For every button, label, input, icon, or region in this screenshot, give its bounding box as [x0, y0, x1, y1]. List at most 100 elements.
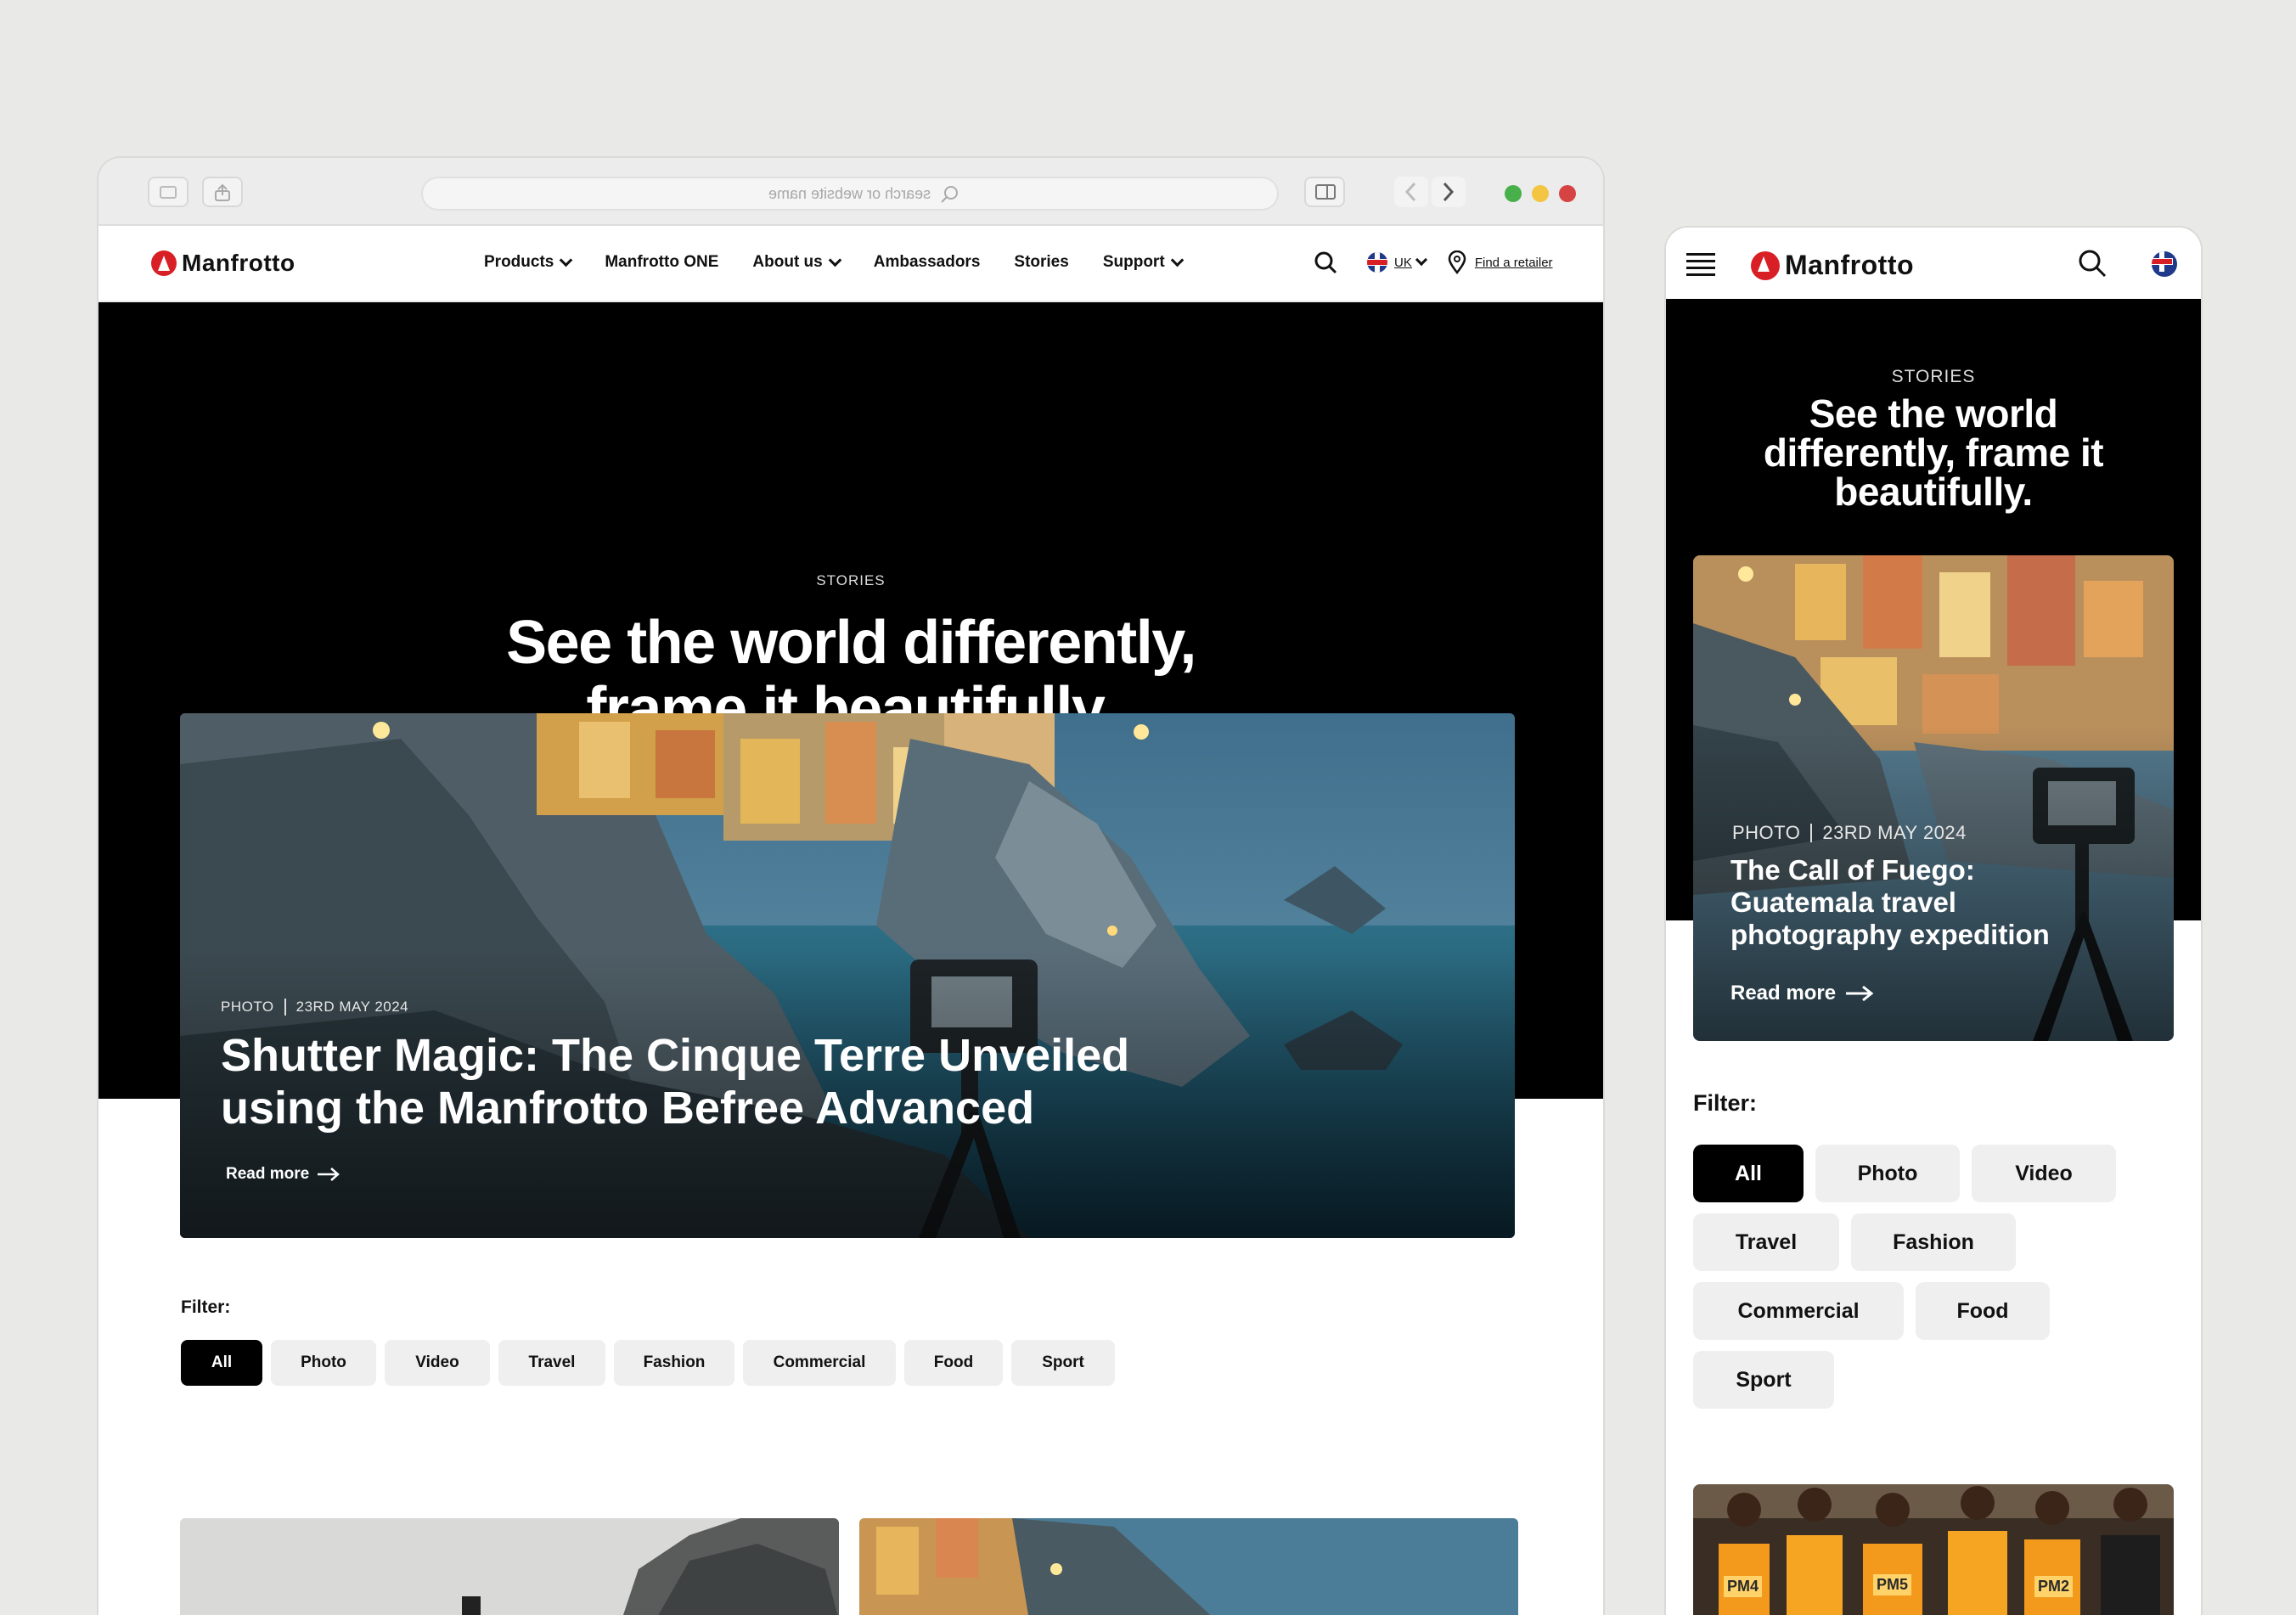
browser-toolbar: search or website name: [98, 158, 1603, 226]
filter-chip-photo[interactable]: Photo: [1815, 1145, 1960, 1202]
search-icon[interactable]: [1313, 250, 1338, 275]
window-controls: [1505, 185, 1586, 206]
manfrotto-logo[interactable]: Manfrotto: [151, 250, 295, 277]
share-button[interactable]: [202, 177, 243, 207]
meta-divider: [1810, 824, 1813, 842]
mobile-viewport: Manfrotto STORIES See the world differen…: [1666, 228, 2201, 1615]
featured-story-card[interactable]: PHOTO 23RD MAY 2024 The Call of Fuego: G…: [1693, 555, 2174, 1041]
featured-story-image: [180, 713, 1515, 1238]
address-bar[interactable]: search or website name: [421, 177, 1279, 211]
filter-chip-video[interactable]: Video: [385, 1340, 490, 1386]
manfrotto-logo-icon: [1751, 250, 1780, 280]
filter-chip-food[interactable]: Food: [904, 1340, 1003, 1386]
filter-chip-photo[interactable]: Photo: [271, 1340, 376, 1386]
filter-chip-all[interactable]: All: [181, 1340, 262, 1386]
filter-chips: All Photo Video Travel Fashion Commercia…: [1693, 1145, 2169, 1420]
story-title-line: Shutter Magic: The Cinque Terre Unveiled: [221, 1030, 1130, 1081]
desktop-browser-window: search or website name Manfrotto Product…: [98, 158, 1603, 1615]
filter-chip-travel[interactable]: Travel: [1693, 1213, 1839, 1271]
story-category: PHOTO: [221, 999, 274, 1015]
sidebar-toggle-button[interactable]: [148, 177, 189, 207]
uk-flag-icon[interactable]: [2152, 251, 2177, 277]
filter-chip-sport[interactable]: Sport: [1693, 1351, 1834, 1409]
nav-label: Ambassadors: [873, 253, 981, 271]
filter-label: Filter:: [1693, 1090, 1758, 1116]
bib-number: PM5: [1873, 1574, 1912, 1595]
read-more-label: Read more: [1730, 982, 1837, 1004]
nav-about-us[interactable]: About us: [752, 253, 842, 272]
address-placeholder: search or website name: [768, 185, 931, 202]
story-thumbnail[interactable]: [180, 1518, 839, 1615]
featured-story-meta: PHOTO 23RD MAY 2024: [1732, 822, 1967, 844]
logo-text: Manfrotto: [182, 250, 295, 276]
uk-flag-icon: [1367, 252, 1387, 273]
story-title-line: Guatemala travel: [1730, 886, 1956, 918]
logo-text: Manfrotto: [1785, 250, 1915, 280]
chevron-left-icon: [1404, 182, 1416, 202]
featured-story-title[interactable]: The Call of Fuego: Guatemala travel phot…: [1730, 854, 2050, 951]
split-view-icon: [1315, 184, 1336, 200]
search-icon: [941, 186, 958, 203]
story-thumbnail[interactable]: PM4 PM5 PM2: [1693, 1484, 2174, 1615]
zoom-window-button[interactable]: [1505, 185, 1522, 202]
story-title-line: photography expedition: [1730, 919, 2050, 950]
site-header: Manfrotto Products Manfrotto ONE About u…: [98, 226, 1603, 302]
story-date: 23RD MAY 2024: [295, 999, 409, 1015]
chevron-down-icon: [1415, 253, 1427, 267]
nav-manfrotto-one[interactable]: Manfrotto ONE: [605, 253, 718, 272]
story-title-line: using the Manfrotto Befree Advanced: [221, 1083, 1035, 1134]
filter-chip-travel[interactable]: Travel: [498, 1340, 605, 1386]
filter-chip-sport[interactable]: Sport: [1011, 1340, 1115, 1386]
filter-chips: All Photo Video Travel Fashion Commercia…: [181, 1340, 1115, 1386]
forward-button[interactable]: [1432, 177, 1466, 207]
hamburger-menu-icon[interactable]: [1686, 253, 1715, 276]
arrow-right-icon: [318, 1168, 340, 1181]
story-thumbnail-image: [859, 1518, 1518, 1615]
chevron-right-icon: [1443, 182, 1455, 202]
hero-kicker: STORIES: [816, 572, 886, 588]
main-navigation: Products Manfrotto ONE About us Ambassad…: [484, 253, 1216, 272]
nav-products[interactable]: Products: [484, 253, 573, 272]
nav-label: Products: [484, 253, 554, 271]
nav-stories[interactable]: Stories: [1014, 253, 1068, 272]
filter-chip-commercial[interactable]: Commercial: [1693, 1282, 1904, 1340]
filter-chip-video[interactable]: Video: [1972, 1145, 2116, 1202]
search-icon[interactable]: [2077, 248, 2107, 279]
story-thumbnail[interactable]: [859, 1518, 1518, 1615]
locale-selector[interactable]: UK: [1394, 256, 1412, 270]
nav-label: Support: [1102, 253, 1165, 271]
nav-ambassadors[interactable]: Ambassadors: [874, 253, 981, 272]
bib-number: PM4: [1724, 1576, 1763, 1597]
story-thumbnail-image: [180, 1518, 839, 1615]
hero-kicker: STORIES: [1891, 367, 1976, 386]
hero-title: See the world differently, frame it beau…: [1666, 394, 2201, 511]
bib-number: PM2: [2034, 1576, 2074, 1597]
story-date: 23RD MAY 2024: [1822, 822, 1967, 843]
nav-label: Stories: [1014, 253, 1069, 271]
filter-chip-fashion[interactable]: Fashion: [614, 1340, 734, 1386]
read-more-link[interactable]: Read more: [1730, 982, 1875, 1005]
featured-story-card[interactable]: PHOTO 23RD MAY 2024 Shutter Magic: The C…: [180, 713, 1515, 1238]
close-window-button[interactable]: [1559, 185, 1576, 202]
reader-view-button[interactable]: [1304, 177, 1345, 207]
featured-story-image: [1693, 555, 2174, 1041]
filter-chip-all[interactable]: All: [1693, 1145, 1804, 1202]
manfrotto-logo[interactable]: Manfrotto: [1751, 250, 1914, 281]
filter-chip-fashion[interactable]: Fashion: [1851, 1213, 2016, 1271]
chevron-down-icon: [560, 253, 573, 267]
header-utilities: UK Find a retailer: [1313, 250, 1553, 275]
back-button[interactable]: [1394, 177, 1428, 207]
nav-label: Manfrotto ONE: [605, 253, 719, 271]
featured-story-title[interactable]: Shutter Magic: The Cinque Terre Unveiled…: [221, 1029, 1129, 1134]
featured-story-meta: PHOTO 23RD MAY 2024: [221, 999, 408, 1016]
read-more-label: Read more: [226, 1165, 310, 1183]
filter-chip-commercial[interactable]: Commercial: [743, 1340, 896, 1386]
mobile-header: Manfrotto: [1666, 228, 2201, 299]
read-more-link[interactable]: Read more: [226, 1165, 341, 1184]
nav-support[interactable]: Support: [1102, 253, 1184, 272]
minimize-window-button[interactable]: [1532, 185, 1549, 202]
filter-label: Filter:: [181, 1297, 231, 1317]
filter-chip-food[interactable]: Food: [1916, 1282, 2050, 1340]
hero-title-line: See the world differently,: [506, 609, 1196, 677]
find-retailer-link[interactable]: Find a retailer: [1475, 256, 1553, 270]
